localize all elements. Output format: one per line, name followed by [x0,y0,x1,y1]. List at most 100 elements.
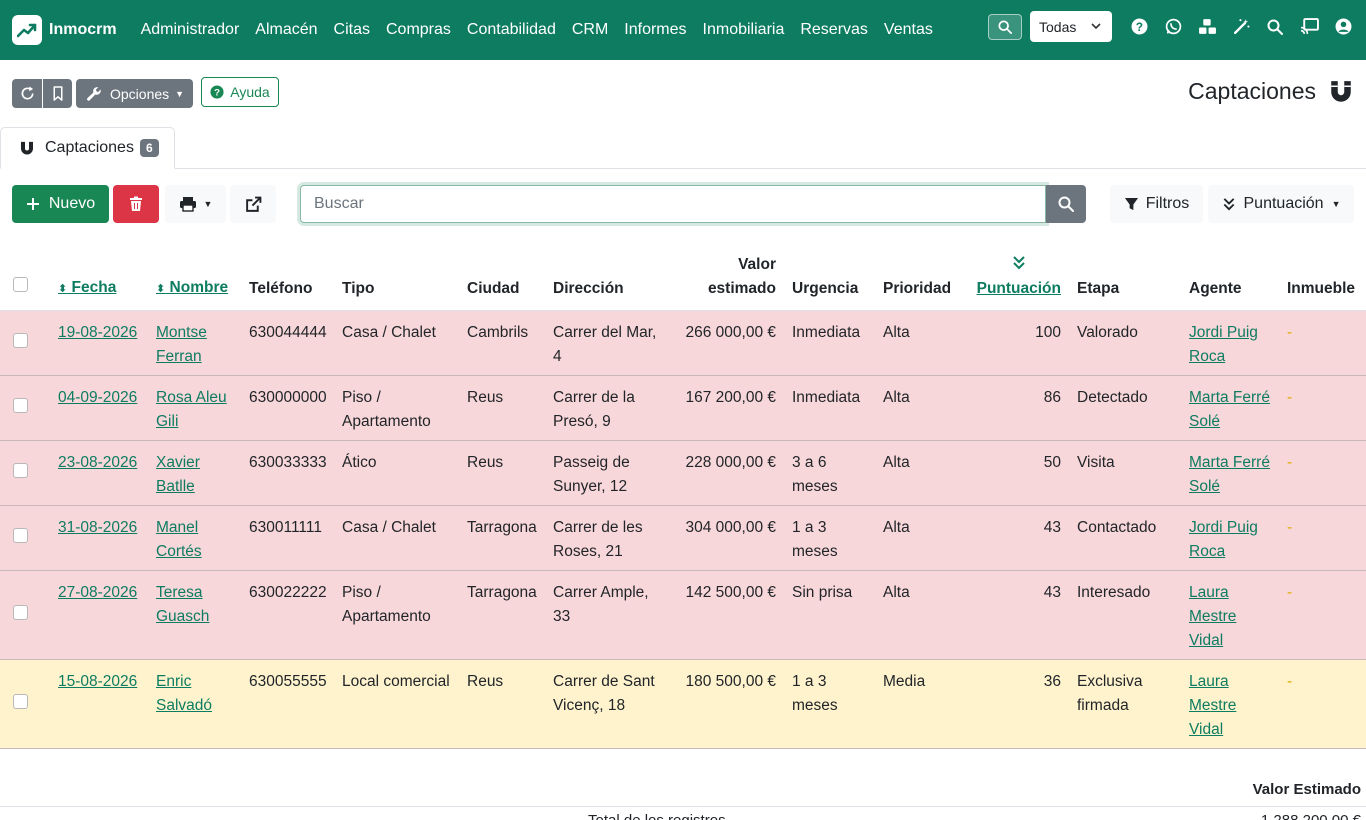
table-row[interactable]: 15-08-2026 Enric Salvadó 630055555 Local com… [0,660,1366,749]
cell-inmueble: - [1287,454,1293,471]
new-button[interactable]: Nuevo [12,185,109,223]
user-icon[interactable] [1326,11,1360,42]
cell-agente[interactable]: Jordi Puig Roca [1189,321,1258,369]
search-input[interactable] [300,185,1046,223]
refresh-icon [21,86,33,100]
brand[interactable]: Inmocrm [12,15,117,45]
cell-nombre[interactable]: Teresa Guasch [156,581,209,629]
menu-item-crm[interactable]: CRM [564,0,616,60]
whatsapp-icon[interactable] [1156,11,1190,42]
magnet-icon [21,141,33,154]
cell-nombre[interactable]: Xavier Batlle [156,451,200,499]
totals-label: Total de los registros [588,812,726,820]
open-external-button[interactable] [230,185,276,223]
row-checkbox[interactable] [13,333,28,348]
menu-item-informes[interactable]: Informes [616,0,694,60]
help-icon[interactable]: ? [1122,11,1156,42]
cell-inmueble: - [1287,519,1293,536]
table-row[interactable]: 31-08-2026 Manel Cortés 630011111 Casa / Cha… [0,506,1366,571]
cell-agente[interactable]: Laura Mestre Vidal [1189,581,1236,653]
cell-puntuacion: 43 [1043,584,1061,601]
column-header-fecha[interactable]: ⬍ Fecha [58,276,116,301]
cell-tipo: Ático [342,454,377,471]
cell-nombre[interactable]: Montse Ferran [156,321,207,369]
options-dropdown-button[interactable]: Opciones ▼ [76,79,193,108]
cell-nombre[interactable]: Enric Salvadó [156,670,212,718]
menu-item-citas[interactable]: Citas [326,0,378,60]
menu-item-inmobiliaria[interactable]: Inmobiliaria [695,0,793,60]
column-header-puntuacion[interactable]: Puntuación [977,255,1061,301]
cell-etapa: Exclusiva firmada [1077,673,1143,714]
menu-item-reservas[interactable]: Reservas [792,0,876,60]
help-button[interactable]: ? Ayuda [201,77,279,107]
cell-telefono: 630033333 [249,454,327,471]
cell-urgencia: 1 a 3 meses [792,673,838,714]
search-button[interactable] [1046,185,1086,223]
row-checkbox[interactable] [13,605,28,620]
column-header-nombre[interactable]: ⬍ Nombre [156,276,228,301]
cell-direccion: Passeig de Sunyer, 12 [553,454,630,495]
chevrons-down-icon [977,255,1061,277]
cell-ciudad: Reus [467,673,504,690]
magic-wand-icon[interactable] [1224,11,1258,42]
column-header-telefono: Teléfono [249,280,313,297]
cell-etapa: Interesado [1077,584,1151,601]
table-row[interactable]: 04-09-2026 Rosa Aleu Gili 630000000 Piso / Ap… [0,376,1366,441]
cell-nombre[interactable]: Manel Cortés [156,516,202,564]
cell-urgencia: 3 a 6 meses [792,454,838,495]
cell-inmueble: - [1287,324,1293,341]
table-header: ⬍ Fecha ⬍ Nombre Teléfono Tipo Ciudad Di… [0,248,1366,311]
refresh-button[interactable] [12,79,42,108]
cell-fecha[interactable]: 04-09-2026 [58,386,137,410]
table-row[interactable]: 23-08-2026 Xavier Batlle 630033333 Ático Reus… [0,441,1366,506]
cell-prioridad: Alta [883,584,910,601]
main-menu: Administrador Almacén Citas Compras Cont… [133,0,941,60]
bookmark-button[interactable] [43,79,72,108]
row-checkbox[interactable] [13,528,28,543]
cell-tipo: Piso / Apartamento [342,389,431,430]
menu-item-contabilidad[interactable]: Contabilidad [459,0,564,60]
select-all-checkbox[interactable] [13,277,28,292]
cell-etapa: Visita [1077,454,1115,471]
cell-fecha[interactable]: 19-08-2026 [58,321,137,345]
cell-agente[interactable]: Laura Mestre Vidal [1189,670,1236,742]
menu-item-administrador[interactable]: Administrador [133,0,248,60]
cell-fecha[interactable]: 31-08-2026 [58,516,137,540]
cell-prioridad: Media [883,673,926,690]
sort-dropdown-button[interactable]: Puntuación ▼ [1208,185,1354,223]
caret-down-icon: ▼ [175,88,185,99]
menu-item-ventas[interactable]: Ventas [876,0,941,60]
modules-icon[interactable] [1190,11,1224,42]
menu-item-almacen[interactable]: Almacén [247,0,325,60]
cell-urgencia: 1 a 3 meses [792,519,838,560]
table-row[interactable]: 19-08-2026 Montse Ferran 630044444 Casa / Ch… [0,311,1366,376]
cell-fecha[interactable]: 23-08-2026 [58,451,137,475]
column-header-tipo: Tipo [342,280,375,297]
row-checkbox[interactable] [13,398,28,413]
delete-button[interactable] [113,185,159,223]
cell-puntuacion: 100 [1035,324,1061,341]
cell-nombre[interactable]: Rosa Aleu Gili [156,386,227,434]
cell-agente[interactable]: Marta Ferré Solé [1189,386,1270,434]
menu-item-compras[interactable]: Compras [378,0,459,60]
cast-icon[interactable] [1292,11,1326,42]
row-checkbox[interactable] [13,694,28,709]
row-checkbox[interactable] [13,463,28,478]
cell-telefono: 630000000 [249,389,327,406]
cell-agente[interactable]: Jordi Puig Roca [1189,516,1258,564]
external-link-icon [245,196,261,212]
search-icon[interactable] [1258,11,1292,42]
tab-captaciones[interactable]: Captaciones 6 [0,127,175,169]
filters-button[interactable]: Filtros [1110,185,1203,223]
company-select[interactable]: Todas [1030,11,1112,42]
total-value: 1 288 200,00 € [1261,812,1361,820]
nav-search-button[interactable] [988,13,1022,40]
top-navbar: Inmocrm Administrador Almacén Citas Comp… [0,0,1366,60]
cell-telefono: 630022222 [249,584,327,601]
cell-fecha[interactable]: 15-08-2026 [58,670,137,694]
column-header-inmueble: Inmueble [1287,280,1356,297]
print-dropdown-button[interactable]: ▼ [165,185,226,223]
cell-fecha[interactable]: 27-08-2026 [58,581,137,605]
cell-agente[interactable]: Marta Ferré Solé [1189,451,1270,499]
table-row[interactable]: 27-08-2026 Teresa Guasch 630022222 Piso / Apa… [0,571,1366,660]
